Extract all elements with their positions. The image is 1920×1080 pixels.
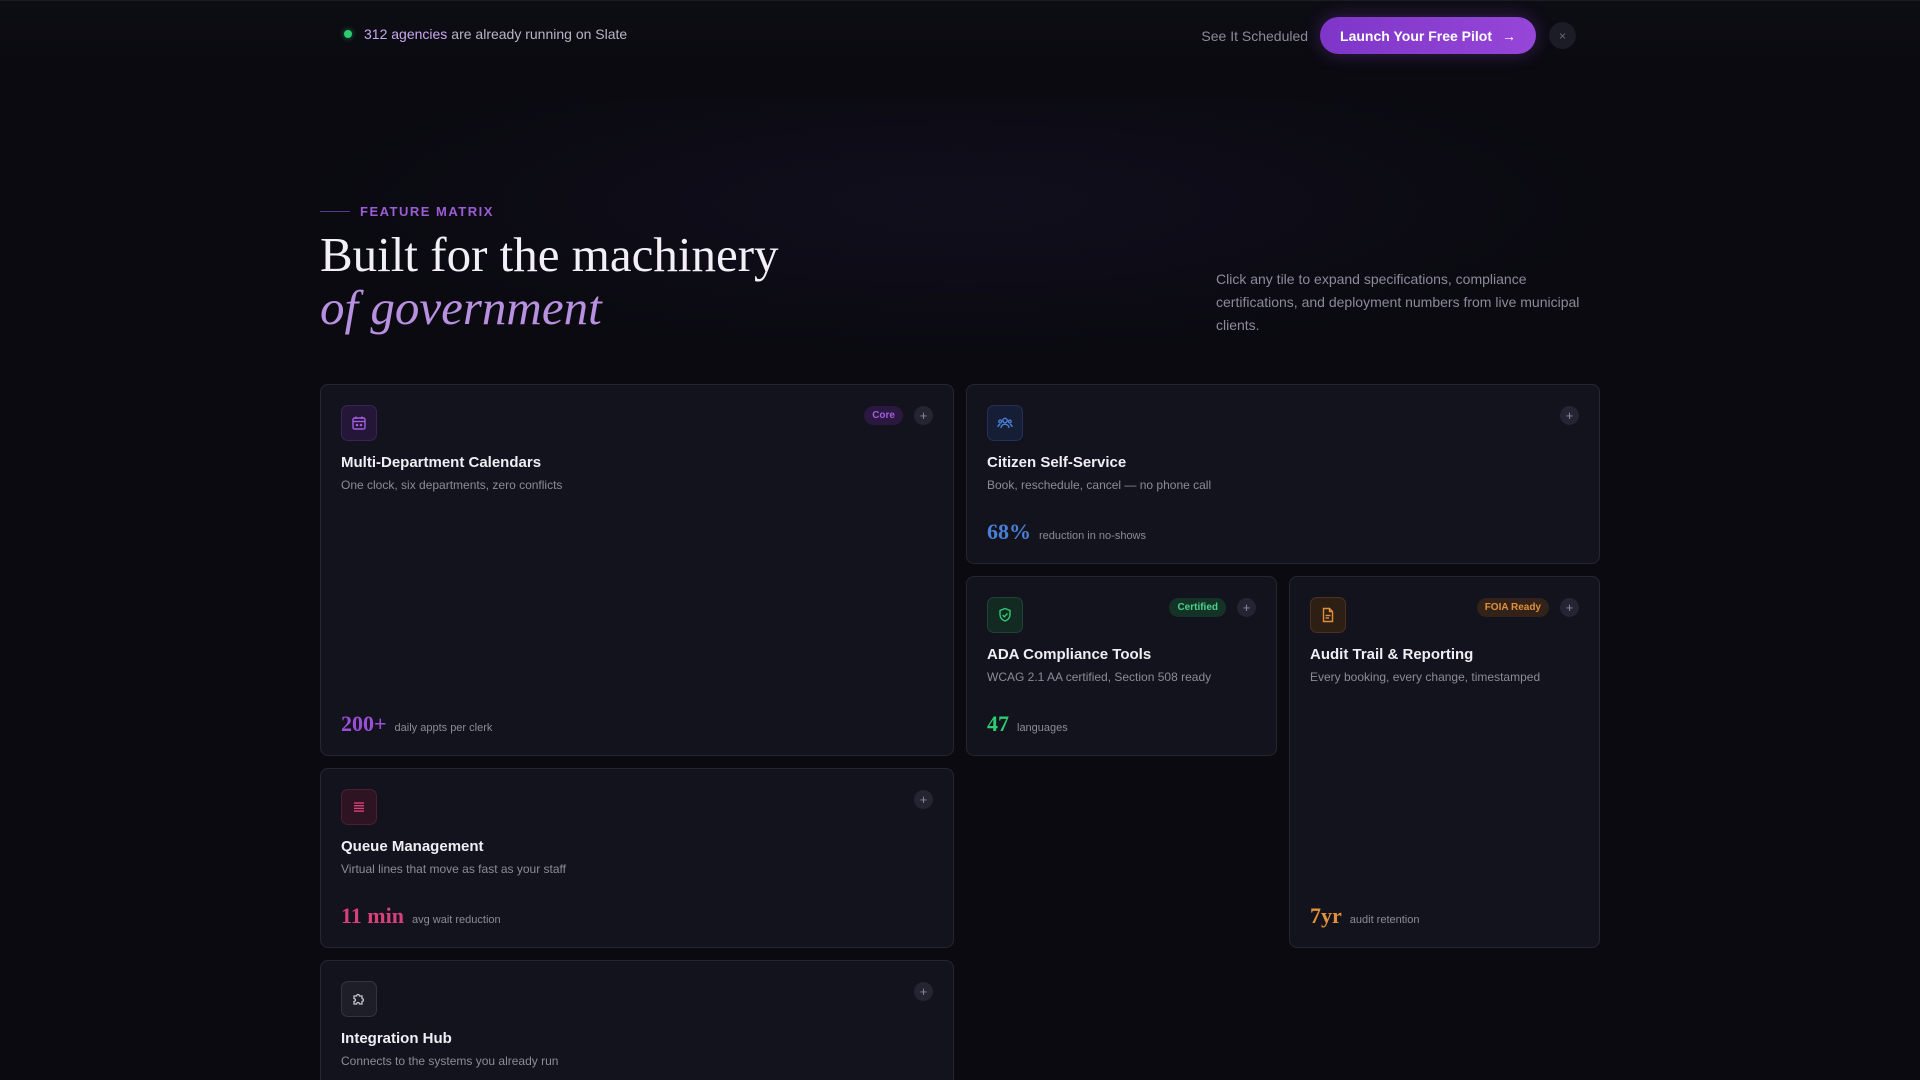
page-title: Built for the machinery of government [320, 228, 779, 334]
card-title: Queue Management [341, 838, 484, 855]
document-icon [1310, 597, 1346, 633]
launch-free-pilot-label: Launch Your Free Pilot [1340, 27, 1492, 44]
card-stat: 7yr audit retention [1310, 903, 1419, 929]
stat-label: daily appts per clerk [394, 722, 493, 734]
section-eyebrow: FEATURE MATRIX [320, 204, 494, 219]
users-icon [987, 405, 1023, 441]
core-badge: Core [864, 406, 903, 425]
stat-value: 200+ [341, 711, 387, 736]
stat-value: 68% [987, 519, 1031, 544]
card-subtitle: Connects to the systems you already run [341, 1054, 559, 1068]
card-title: Integration Hub [341, 1030, 452, 1047]
stat-value: 11 min [341, 903, 404, 928]
stat-value: 47 [987, 711, 1009, 736]
card-subtitle: One clock, six departments, zero conflic… [341, 478, 563, 492]
expand-icon[interactable]: + [914, 982, 933, 1001]
card-title: Citizen Self-Service [987, 454, 1127, 471]
feature-card-audit-trail[interactable]: FOIA Ready + Audit Trail & Reporting Eve… [1289, 576, 1600, 948]
feature-card-calendars[interactable]: Core + Multi-Department Calendars One cl… [320, 384, 954, 756]
card-stat: 47 languages [987, 711, 1068, 737]
expand-icon[interactable]: + [1560, 406, 1579, 425]
card-subtitle: Virtual lines that move as fast as your … [341, 862, 566, 876]
page-title-line2: of government [320, 280, 602, 335]
stat-label: reduction in no-shows [1039, 530, 1147, 542]
announcement-bar: 312 agencies are already running on Slat… [0, 0, 1920, 70]
card-stat: 68% reduction in no-shows [987, 519, 1146, 545]
see-it-scheduled-link[interactable]: See It Scheduled [1201, 28, 1308, 44]
agency-status: 312 agencies are already running on Slat… [344, 26, 627, 42]
shield-check-icon [987, 597, 1023, 633]
card-title: Multi-Department Calendars [341, 454, 542, 471]
foia-ready-badge: FOIA Ready [1476, 598, 1549, 617]
expand-icon[interactable]: + [914, 790, 933, 809]
stat-value: 7yr [1310, 903, 1342, 928]
stat-label: avg wait reduction [411, 914, 501, 926]
puzzle-icon [341, 981, 377, 1017]
agency-status-text: are already running on Slate [451, 26, 628, 42]
certified-badge: Certified [1169, 598, 1226, 617]
section-intro: Click any tile to expand specifications,… [1216, 271, 1580, 333]
list-icon [341, 789, 377, 825]
eyebrow-text: FEATURE MATRIX [360, 204, 494, 219]
live-status-dot [344, 30, 352, 38]
card-title: Audit Trail & Reporting [1310, 646, 1474, 663]
card-stat: 200+ daily appts per clerk [341, 711, 492, 737]
feature-card-citizen-self-service[interactable]: + Citizen Self-Service Book, reschedule,… [966, 384, 1600, 564]
page-title-line1: Built for the machinery [320, 227, 779, 282]
feature-card-integration-hub[interactable]: + Integration Hub Connects to the system… [320, 960, 954, 1080]
calendar-icon [341, 405, 377, 441]
card-subtitle: WCAG 2.1 AA certified, Section 508 ready [987, 670, 1212, 684]
close-icon[interactable]: × [1549, 22, 1576, 49]
arrow-right-icon: → [1502, 27, 1516, 44]
feature-card-ada-compliance[interactable]: Certified + ADA Compliance Tools WCAG 2.… [966, 576, 1277, 756]
stat-label: audit retention [1349, 914, 1420, 926]
card-subtitle: Book, reschedule, cancel — no phone call [987, 478, 1212, 492]
card-title: ADA Compliance Tools [987, 646, 1152, 663]
expand-icon[interactable]: + [1560, 598, 1579, 617]
card-stat: 11 min avg wait reduction [341, 903, 501, 929]
stat-label: languages [1017, 722, 1068, 734]
expand-icon[interactable]: + [1237, 598, 1256, 617]
eyebrow-line [320, 211, 350, 212]
announcement-actions: See It Scheduled Launch Your Free Pilot … [1201, 17, 1576, 54]
feature-card-queue-management[interactable]: + Queue Management Virtual lines that mo… [320, 768, 954, 948]
expand-icon[interactable]: + [914, 406, 933, 425]
launch-free-pilot-button[interactable]: Launch Your Free Pilot → [1320, 17, 1536, 54]
card-subtitle: Every booking, every change, timestamped [1310, 670, 1541, 684]
agency-count: 312 agencies [364, 26, 448, 42]
